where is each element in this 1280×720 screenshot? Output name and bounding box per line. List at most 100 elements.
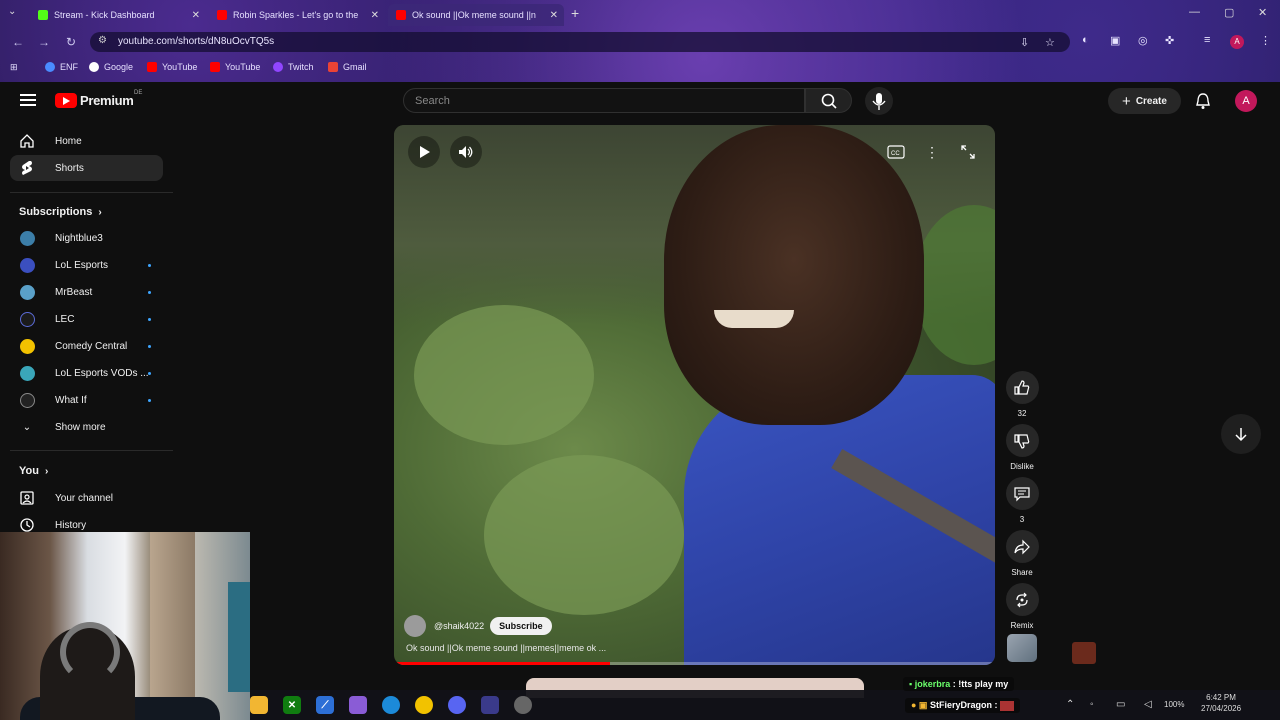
extensions-puzzle-icon[interactable]: ✜ [1165, 34, 1174, 47]
extension-icon[interactable]: ◎ [1138, 34, 1148, 47]
comment-count: 3 [1019, 515, 1025, 524]
subscriptions-heading-label: Subscriptions [19, 206, 93, 218]
tab-title: Stream - Kick Dashboard [54, 10, 155, 20]
like-button[interactable]: 32 [1003, 371, 1041, 418]
reload-icon[interactable]: ↻ [66, 35, 76, 49]
battery-level[interactable]: 100% [1164, 700, 1184, 709]
copilot-icon[interactable] [349, 696, 367, 714]
browser-profile-avatar[interactable]: A [1230, 35, 1244, 49]
sidebar-item-mrbeast[interactable]: MrBeast [10, 279, 163, 305]
guide-menu-icon[interactable] [20, 94, 36, 106]
sidebar-item-label: History [55, 519, 87, 531]
tab-close-icon[interactable]: ✕ [192, 10, 200, 21]
search-button[interactable] [805, 88, 852, 113]
sidebar-item-shorts[interactable]: Shorts [10, 155, 163, 181]
twitch-icon [273, 62, 283, 72]
bookmark-gmail[interactable]: Gmail [328, 62, 367, 72]
bookmark-google[interactable]: Google [89, 62, 133, 72]
share-button[interactable]: Share [1003, 530, 1041, 577]
you-heading[interactable]: You › [19, 465, 48, 477]
app-icon[interactable] [481, 696, 499, 714]
install-app-icon[interactable]: ⇩ [1020, 36, 1029, 49]
show-more-button[interactable]: ⌄ Show more [10, 414, 163, 440]
sidebar-item-nightblue3[interactable]: Nightblue3 [10, 225, 163, 251]
url-text[interactable]: youtube.com/shorts/dN8uOcvTQ5s [118, 36, 274, 47]
bookmark-youtube[interactable]: YouTube [147, 62, 197, 72]
apps-grid-icon[interactable]: ⊞ [10, 62, 18, 73]
search-input[interactable]: Search [403, 88, 805, 113]
comments-button[interactable]: 3 [1003, 477, 1041, 524]
tab-robin-sparkles[interactable]: Robin Sparkles - Let's go to the ✕ [209, 4, 385, 26]
back-icon[interactable]: ← [12, 35, 24, 49]
sidebar-item-lol-esports[interactable]: LoL Esports [10, 252, 163, 278]
stream-alert-thumbnail [1072, 642, 1096, 664]
obs-icon[interactable] [514, 696, 532, 714]
account-avatar[interactable]: A [1235, 90, 1257, 112]
channel-avatar [19, 230, 35, 246]
subscriptions-heading[interactable]: Subscriptions › [19, 206, 102, 218]
app-icon[interactable]: ⟋ [316, 696, 334, 714]
browser-menu-icon[interactable]: ⋮ [1260, 34, 1271, 47]
maximize-icon[interactable]: ▢ [1224, 6, 1234, 19]
bookmark-twitch[interactable]: Twitch [273, 62, 314, 72]
tray-chevron-icon[interactable]: ⌃ [1066, 699, 1074, 710]
play-button[interactable] [408, 136, 440, 168]
volume-tray-icon[interactable]: ◁ [1144, 699, 1152, 710]
extension-icon[interactable]: ▣ [1110, 34, 1120, 47]
window-close-icon[interactable]: ✕ [1258, 6, 1267, 19]
channel-avatar [19, 392, 35, 408]
edge-icon[interactable] [382, 696, 400, 714]
shorts-video-player[interactable]: CC ⋮ @shaik4022 Subscribe Ok sound ||Ok … [394, 125, 995, 665]
gmail-icon [328, 62, 338, 72]
new-tab-icon[interactable]: + [571, 5, 579, 21]
chrome-icon[interactable] [415, 696, 433, 714]
notifications-bell-icon[interactable] [1194, 92, 1212, 110]
channel-handle[interactable]: @shaik4022 [434, 621, 484, 631]
media-controls-icon[interactable]: ≡ [1204, 34, 1210, 46]
video-progress-bar[interactable] [394, 662, 995, 665]
more-options-button[interactable]: ⋮ [916, 136, 948, 168]
xbox-icon[interactable]: ✕ [283, 696, 301, 714]
create-label: Create [1135, 95, 1167, 107]
youtube-premium-logo[interactable]: Premium DE [55, 90, 142, 108]
tab-search-icon[interactable]: ⌄ [8, 6, 16, 17]
subscribe-button[interactable]: Subscribe [490, 617, 552, 635]
thumbs-down-icon [1005, 424, 1039, 457]
fullscreen-button[interactable] [952, 136, 984, 168]
voice-search-button[interactable] [865, 87, 893, 115]
headset [60, 622, 120, 682]
sidebar-item-lec[interactable]: LEC [10, 306, 163, 332]
system-clock[interactable]: 6:42 PM 27/04/2026 [1201, 692, 1241, 714]
site-info-icon[interactable]: ⚙ [98, 35, 107, 46]
volume-button[interactable] [450, 136, 482, 168]
sidebar-item-comedy-central[interactable]: Comedy Central [10, 333, 163, 359]
minimize-icon[interactable]: — [1189, 6, 1200, 18]
sidebar-item-what-if[interactable]: What If [10, 387, 163, 413]
bookmark-enf[interactable]: ENF [45, 62, 78, 72]
dislike-button[interactable]: Dislike [1003, 424, 1041, 471]
tab-close-icon[interactable]: ✕ [371, 10, 379, 21]
discord-icon[interactable] [448, 696, 466, 714]
forward-icon[interactable]: → [38, 35, 50, 49]
remix-button[interactable]: Remix [1003, 583, 1041, 630]
sound-thumbnail[interactable] [1007, 634, 1037, 662]
sidebar-item-your-channel[interactable]: Your channel [10, 485, 163, 511]
bookmark-youtube[interactable]: YouTube [210, 62, 260, 72]
new-content-dot [148, 344, 151, 348]
next-short-button[interactable] [1221, 414, 1261, 454]
video-title[interactable]: Ok sound ||Ok meme sound ||memes||meme o… [406, 643, 606, 653]
tab-ok-sound[interactable]: Ok sound ||Ok meme sound ||n ✕ [388, 4, 564, 26]
omnibox[interactable]: ⚙ youtube.com/shorts/dN8uOcvTQ5s ⇩ ☆ [90, 32, 1070, 52]
microphone-tray-icon[interactable]: ◦ [1090, 699, 1094, 710]
extension-icon[interactable]: ◐ [1082, 34, 1089, 46]
sidebar-item-lol-esports-vods[interactable]: LoL Esports VODs ... [10, 360, 163, 386]
create-button[interactable]: + Create [1108, 88, 1181, 114]
network-icon[interactable]: ▭ [1116, 699, 1125, 710]
captions-button[interactable]: CC [880, 136, 912, 168]
tab-kick-dashboard[interactable]: Stream - Kick Dashboard ✕ [30, 4, 206, 26]
tab-close-icon[interactable]: ✕ [550, 10, 558, 21]
file-explorer-icon[interactable] [250, 696, 268, 714]
channel-avatar[interactable] [404, 615, 426, 637]
bookmark-star-icon[interactable]: ☆ [1045, 36, 1055, 49]
sidebar-item-home[interactable]: Home [10, 128, 163, 154]
